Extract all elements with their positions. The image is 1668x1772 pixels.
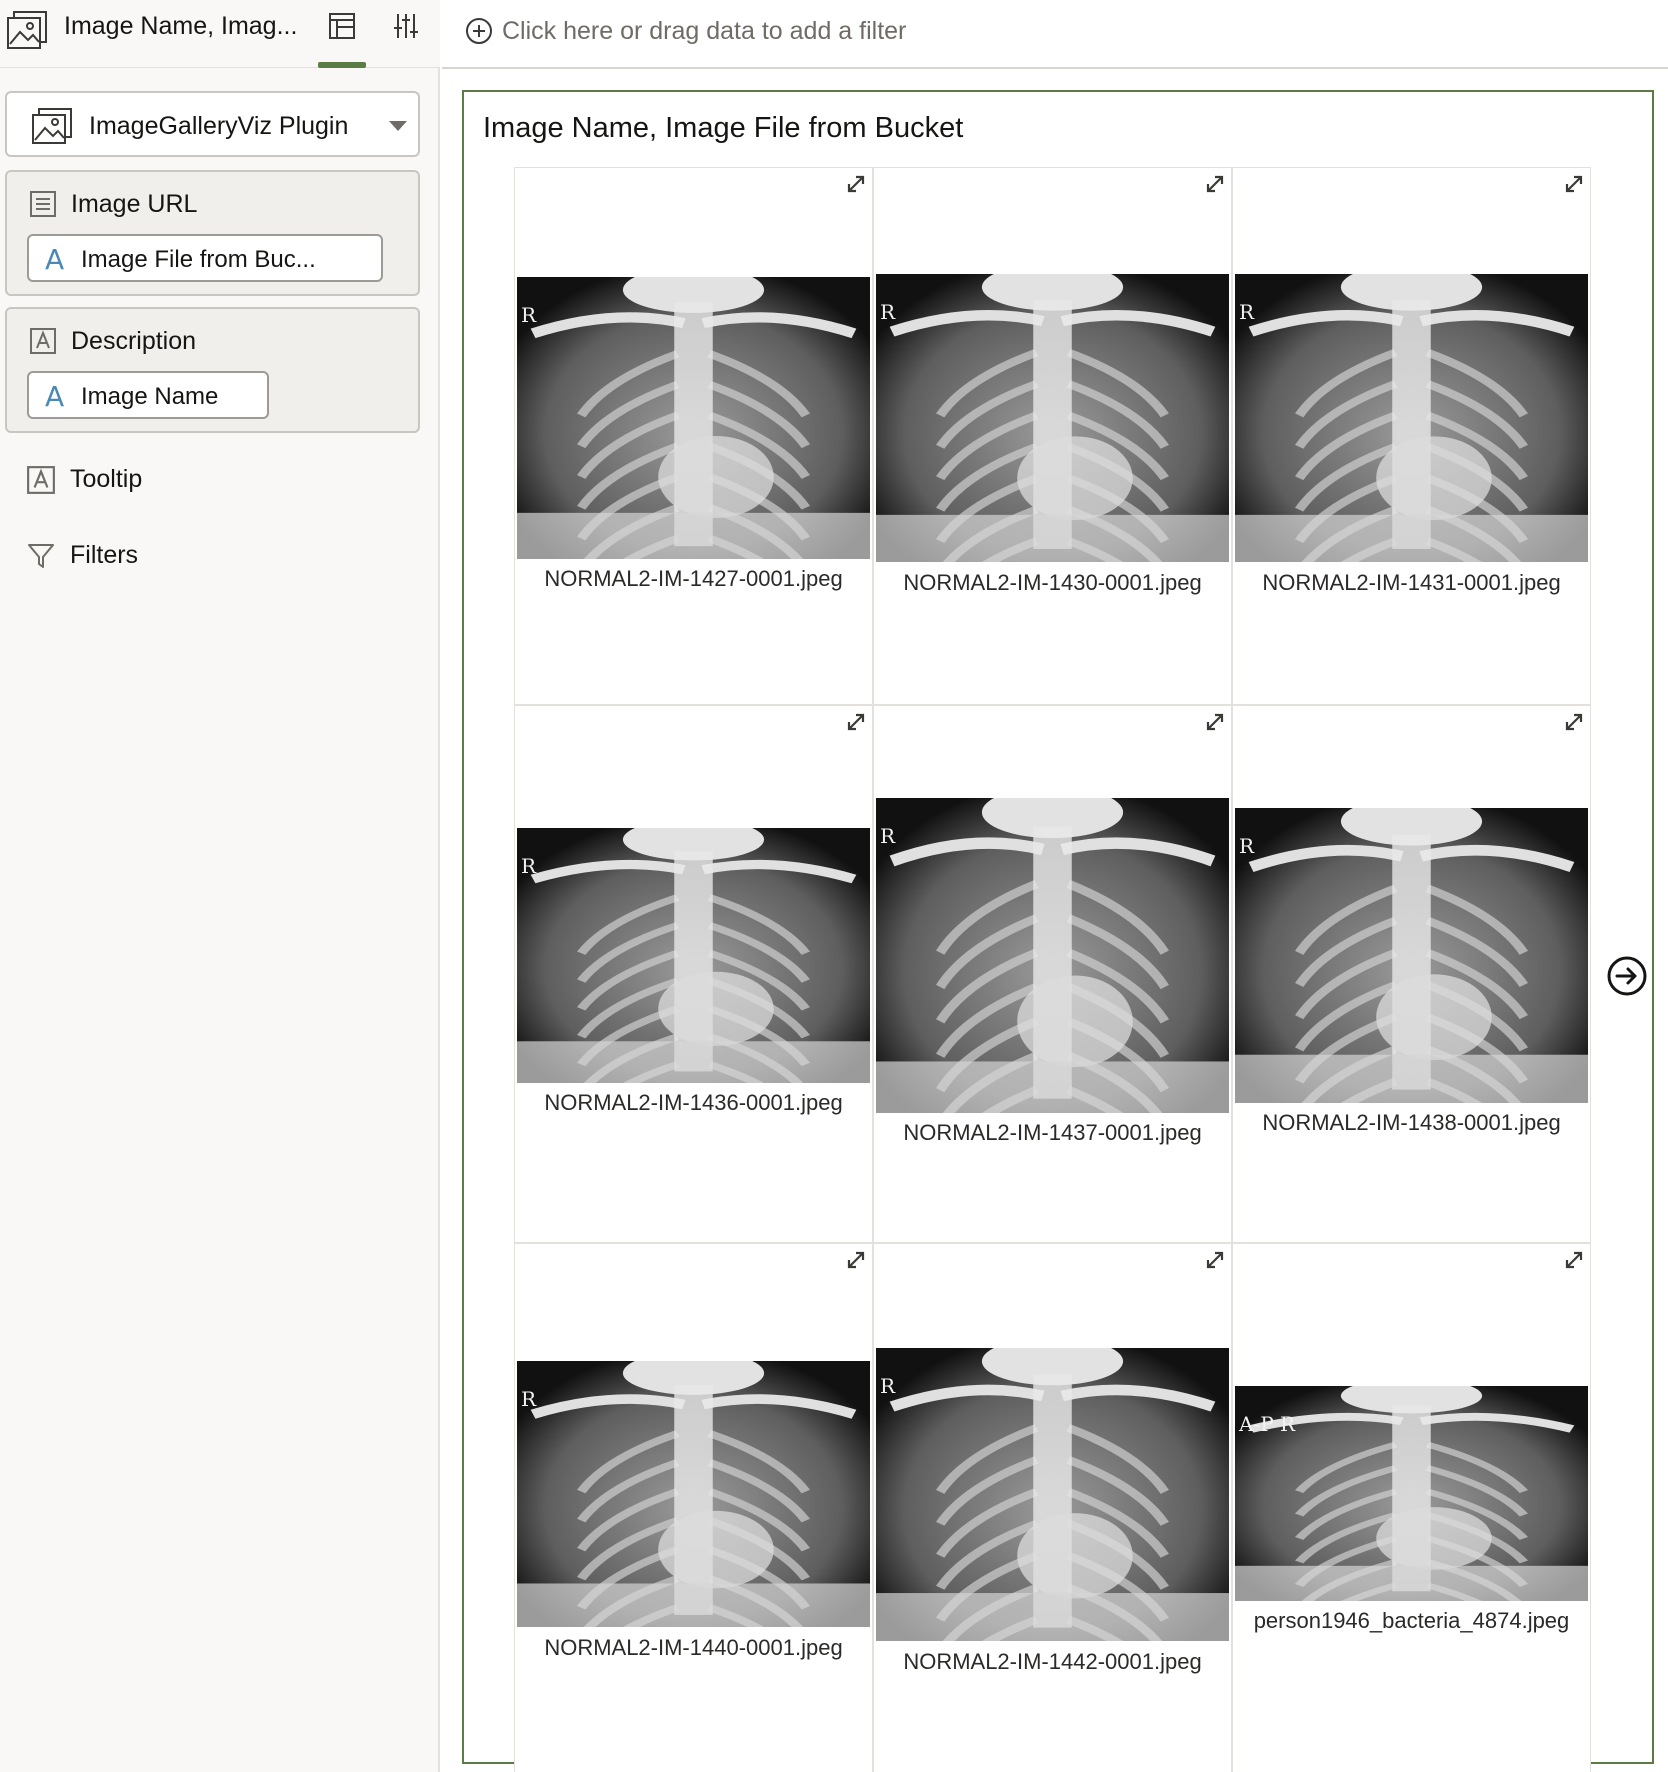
xray-image[interactable]: R bbox=[876, 798, 1229, 1113]
panel-header: Image Name, Imag... bbox=[0, 0, 440, 68]
tooltip-label: Tooltip bbox=[70, 465, 143, 493]
description-label: Description bbox=[71, 327, 197, 355]
expand-icon[interactable] bbox=[1563, 1249, 1585, 1271]
gallery-cell[interactable]: R NORMAL2-IM-1440-0001.jpeg bbox=[514, 1243, 873, 1772]
image-file-pill-label: Image File from Buc... bbox=[81, 246, 316, 273]
radiograph-marker: R bbox=[880, 824, 896, 848]
description-section[interactable]: Description A Image Name bbox=[5, 307, 420, 433]
gallery-cell[interactable]: R NORMAL2-IM-1438-0001.jpeg bbox=[1232, 705, 1591, 1243]
image-name-pill[interactable]: A Image Name bbox=[27, 371, 269, 419]
attribute-icon: A bbox=[45, 243, 65, 276]
grammar-panel-icon[interactable] bbox=[326, 10, 358, 42]
visualization-title: Image Name, Image File from Bucket bbox=[483, 112, 964, 144]
radiograph-marker: R bbox=[521, 854, 537, 878]
image-caption: NORMAL2-IM-1431-0001.jpeg bbox=[1262, 570, 1561, 595]
panel-title: Image Name, Imag... bbox=[64, 12, 298, 40]
image-gallery: R NORMAL2-IM-1427-0001.jpeg R NORMAL2-IM-14… bbox=[514, 167, 1592, 1772]
gallery-cell[interactable]: A-P R person1946_bacteria_4874.jpeg bbox=[1232, 1243, 1591, 1772]
radiograph-marker: R bbox=[521, 1387, 537, 1411]
image-caption: NORMAL2-IM-1437-0001.jpeg bbox=[903, 1120, 1202, 1145]
active-tab-indicator bbox=[318, 62, 366, 68]
image-caption: NORMAL2-IM-1442-0001.jpeg bbox=[903, 1649, 1202, 1674]
filters-label: Filters bbox=[70, 541, 139, 569]
text-field-icon bbox=[30, 328, 56, 354]
expand-icon[interactable] bbox=[1563, 711, 1585, 733]
xray-image[interactable]: R bbox=[1235, 274, 1588, 562]
xray-image[interactable]: A-P R bbox=[1235, 1386, 1588, 1601]
xray-image[interactable]: R bbox=[517, 277, 870, 559]
chevron-down-icon bbox=[389, 121, 407, 131]
xray-image[interactable]: R bbox=[1235, 808, 1588, 1103]
xray-image[interactable]: R bbox=[517, 1361, 870, 1627]
gallery-cell[interactable]: R NORMAL2-IM-1427-0001.jpeg bbox=[514, 167, 873, 705]
image-gallery-icon bbox=[7, 11, 47, 49]
data-panel: Image Name, Imag... ImageGalleryViz Plug… bbox=[0, 0, 440, 1772]
image-gallery-icon bbox=[32, 108, 72, 144]
filter-icon bbox=[28, 544, 54, 568]
attribute-icon: A bbox=[45, 380, 65, 413]
xray-image[interactable]: R bbox=[876, 274, 1229, 562]
list-field-icon bbox=[30, 191, 56, 217]
expand-icon[interactable] bbox=[1563, 173, 1585, 195]
radiograph-marker: R bbox=[880, 1374, 896, 1398]
gallery-cell[interactable]: R NORMAL2-IM-1442-0001.jpeg bbox=[873, 1243, 1232, 1772]
image-caption: NORMAL2-IM-1436-0001.jpeg bbox=[544, 1090, 843, 1115]
filters-section[interactable]: Filters bbox=[26, 537, 326, 573]
expand-icon[interactable] bbox=[1204, 173, 1226, 195]
image-url-section[interactable]: Image URL A Image File from Buc... bbox=[5, 170, 420, 296]
expand-icon[interactable] bbox=[845, 1249, 867, 1271]
text-field-icon bbox=[27, 466, 55, 494]
radiograph-marker: R bbox=[880, 300, 896, 324]
radiograph-marker: R bbox=[1239, 834, 1255, 858]
plus-circle-icon[interactable] bbox=[464, 16, 494, 46]
image-name-pill-label: Image Name bbox=[81, 383, 219, 410]
radiograph-marker: A-P R bbox=[1239, 1412, 1296, 1436]
expand-icon[interactable] bbox=[1204, 1249, 1226, 1271]
image-caption: NORMAL2-IM-1438-0001.jpeg bbox=[1262, 1110, 1561, 1135]
tooltip-section[interactable]: Tooltip bbox=[26, 461, 326, 497]
image-file-pill[interactable]: A Image File from Buc... bbox=[27, 234, 383, 282]
image-caption: NORMAL2-IM-1430-0001.jpeg bbox=[903, 570, 1202, 595]
expand-icon[interactable] bbox=[845, 711, 867, 733]
expand-icon[interactable] bbox=[1204, 711, 1226, 733]
image-caption: NORMAL2-IM-1427-0001.jpeg bbox=[544, 566, 843, 591]
viz-type-label: ImageGalleryViz Plugin bbox=[89, 112, 349, 140]
sliders-icon[interactable] bbox=[390, 10, 422, 42]
gallery-cell[interactable]: R NORMAL2-IM-1436-0001.jpeg bbox=[514, 705, 873, 1243]
xray-image[interactable]: R bbox=[517, 828, 870, 1083]
image-caption: person1946_bacteria_4874.jpeg bbox=[1253, 1608, 1570, 1633]
expand-icon[interactable] bbox=[845, 173, 867, 195]
viz-type-selector[interactable]: ImageGalleryViz Plugin bbox=[5, 91, 420, 157]
arrow-right-circle-icon[interactable] bbox=[1606, 955, 1648, 997]
xray-image[interactable]: R bbox=[876, 1348, 1229, 1641]
gallery-cell[interactable]: R NORMAL2-IM-1431-0001.jpeg bbox=[1232, 167, 1591, 705]
radiograph-marker: R bbox=[521, 303, 537, 327]
filter-bar[interactable]: Click here or drag data to add a filter bbox=[442, 0, 1668, 69]
gallery-cell[interactable]: R NORMAL2-IM-1430-0001.jpeg bbox=[873, 167, 1232, 705]
image-url-label: Image URL bbox=[71, 190, 198, 218]
gallery-cell[interactable]: R NORMAL2-IM-1437-0001.jpeg bbox=[873, 705, 1232, 1243]
radiograph-marker: R bbox=[1239, 300, 1255, 324]
add-filter-prompt[interactable]: Click here or drag data to add a filter bbox=[502, 17, 906, 46]
image-caption: NORMAL2-IM-1440-0001.jpeg bbox=[544, 1635, 843, 1660]
